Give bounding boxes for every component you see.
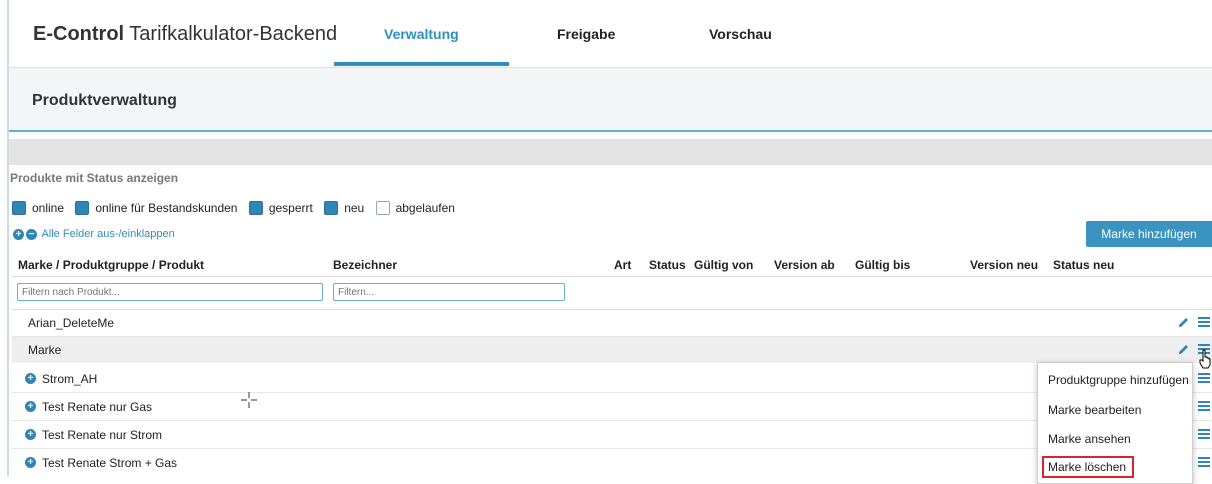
filter-product-input[interactable] — [17, 283, 323, 301]
filter-identifier-input[interactable] — [333, 283, 565, 301]
menu-icon[interactable] — [1198, 457, 1210, 468]
active-tab-indicator — [334, 62, 509, 66]
row-label: Marke — [28, 343, 62, 357]
menu-item-delete-brand[interactable]: Marke löschen — [1048, 460, 1126, 474]
expand-collapse-label[interactable]: Alle Felder aus-/einklappen — [41, 228, 174, 240]
expand-plus-icon[interactable]: + — [25, 429, 36, 440]
table-row[interactable]: + Test Renate nur Gas — [12, 394, 1212, 420]
tab-freigabe[interactable]: Freigabe — [557, 26, 615, 42]
checkbox-label: abgelaufen — [395, 201, 455, 216]
checkbox-online-bestandskunden[interactable]: online für Bestandskunden — [75, 200, 238, 216]
checkbox-box[interactable] — [75, 201, 90, 216]
menu-icon[interactable] — [1198, 401, 1210, 412]
checkbox-label: gesperrt — [268, 201, 313, 216]
checkbox-online[interactable]: online — [12, 200, 65, 216]
row-divider — [12, 448, 1212, 449]
expand-collapse-link[interactable]: + − Alle Felder aus-/einklappen — [13, 228, 175, 240]
row-label: Test Renate Strom + Gas — [42, 456, 178, 470]
menu-icon[interactable] — [1198, 429, 1210, 440]
table-row[interactable]: + Test Renate nur Strom — [12, 422, 1212, 448]
checkbox-box[interactable] — [248, 201, 263, 216]
pencil-icon[interactable] — [1177, 315, 1189, 329]
top-navbar: E-Control Tarifkalkulator-Backend Verwal… — [9, 0, 1212, 68]
add-brand-button[interactable]: Marke hinzufügen — [1086, 221, 1212, 247]
row-label: Test Renate nur Strom — [42, 428, 163, 442]
crosshair-cursor-icon — [241, 392, 257, 408]
checkbox-label: online für Bestandskunden — [95, 201, 238, 216]
collapse-all-icon[interactable]: − — [26, 228, 37, 240]
table-row[interactable]: Marke — [12, 337, 1212, 363]
column-header-status-new[interactable]: Status neu — [1053, 258, 1114, 272]
column-header-version-from[interactable]: Version ab — [774, 258, 835, 272]
row-label: Arian_DeleteMe — [28, 316, 115, 330]
toolbar-band — [9, 139, 1212, 165]
header-divider — [12, 276, 1212, 277]
row-label: Test Renate nur Gas — [42, 400, 153, 414]
status-filter-label: Produkte mit Status anzeigen — [10, 171, 179, 185]
checkbox-gesperrt[interactable]: gesperrt — [248, 200, 313, 216]
row-label: Strom_AH — [42, 372, 98, 386]
table-row[interactable]: Arian_DeleteMe — [12, 310, 1212, 336]
brand-rest: Tarifkalkulator-Backend — [124, 23, 338, 45]
checkbox-label: online — [32, 201, 65, 216]
status-checkbox-row: online online für Bestandskunden gesperr… — [12, 200, 463, 216]
column-header-status[interactable]: Status — [649, 258, 686, 272]
column-header-valid-from[interactable]: Gültig von — [694, 258, 753, 272]
left-border — [0, 0, 9, 476]
expand-plus-icon[interactable]: + — [25, 401, 36, 412]
checkbox-box[interactable] — [12, 201, 26, 216]
checkbox-box[interactable] — [375, 201, 390, 216]
row-divider — [12, 392, 1212, 393]
table-row[interactable]: + Test Renate Strom + Gas — [12, 450, 1212, 476]
row-divider — [12, 420, 1212, 421]
expand-plus-icon[interactable]: + — [25, 457, 36, 468]
menu-item-add-product-group[interactable]: Produktgruppe hinzufügen — [1048, 373, 1189, 387]
checkbox-neu[interactable]: neu — [324, 200, 365, 216]
menu-icon[interactable] — [1198, 373, 1210, 384]
column-header-identifier[interactable]: Bezeichner — [333, 258, 397, 272]
tab-verwaltung[interactable]: Verwaltung — [384, 26, 459, 42]
menu-item-edit-brand[interactable]: Marke bearbeiten — [1048, 403, 1141, 417]
column-header-valid-until[interactable]: Gültig bis — [855, 258, 910, 272]
app-brand: E-Control Tarifkalkulator-Backend — [33, 23, 337, 46]
table-row[interactable]: + Strom_AH — [12, 366, 1212, 392]
checkbox-abgelaufen[interactable]: abgelaufen — [375, 200, 455, 216]
column-header-type[interactable]: Art — [614, 258, 631, 272]
checkbox-box[interactable] — [324, 201, 339, 216]
menu-icon[interactable] — [1198, 317, 1210, 328]
checkbox-label: neu — [344, 201, 365, 216]
menu-item-view-brand[interactable]: Marke ansehen — [1048, 432, 1131, 446]
pencil-icon[interactable] — [1177, 342, 1189, 356]
tab-vorschau[interactable]: Vorschau — [709, 26, 772, 42]
hand-cursor-icon — [1199, 349, 1211, 369]
column-header-product[interactable]: Marke / Produktgruppe / Produkt — [18, 258, 204, 272]
expand-plus-icon[interactable]: + — [25, 373, 36, 384]
expand-all-icon[interactable]: + — [13, 228, 24, 240]
page-header: Produktverwaltung — [9, 68, 1212, 132]
column-header-version-new[interactable]: Version neu — [970, 258, 1038, 272]
row-context-menu: Produktgruppe hinzufügen Marke bearbeite… — [1037, 362, 1193, 484]
brand-bold: E-Control — [33, 23, 125, 45]
page-title: Produktverwaltung — [32, 92, 177, 109]
